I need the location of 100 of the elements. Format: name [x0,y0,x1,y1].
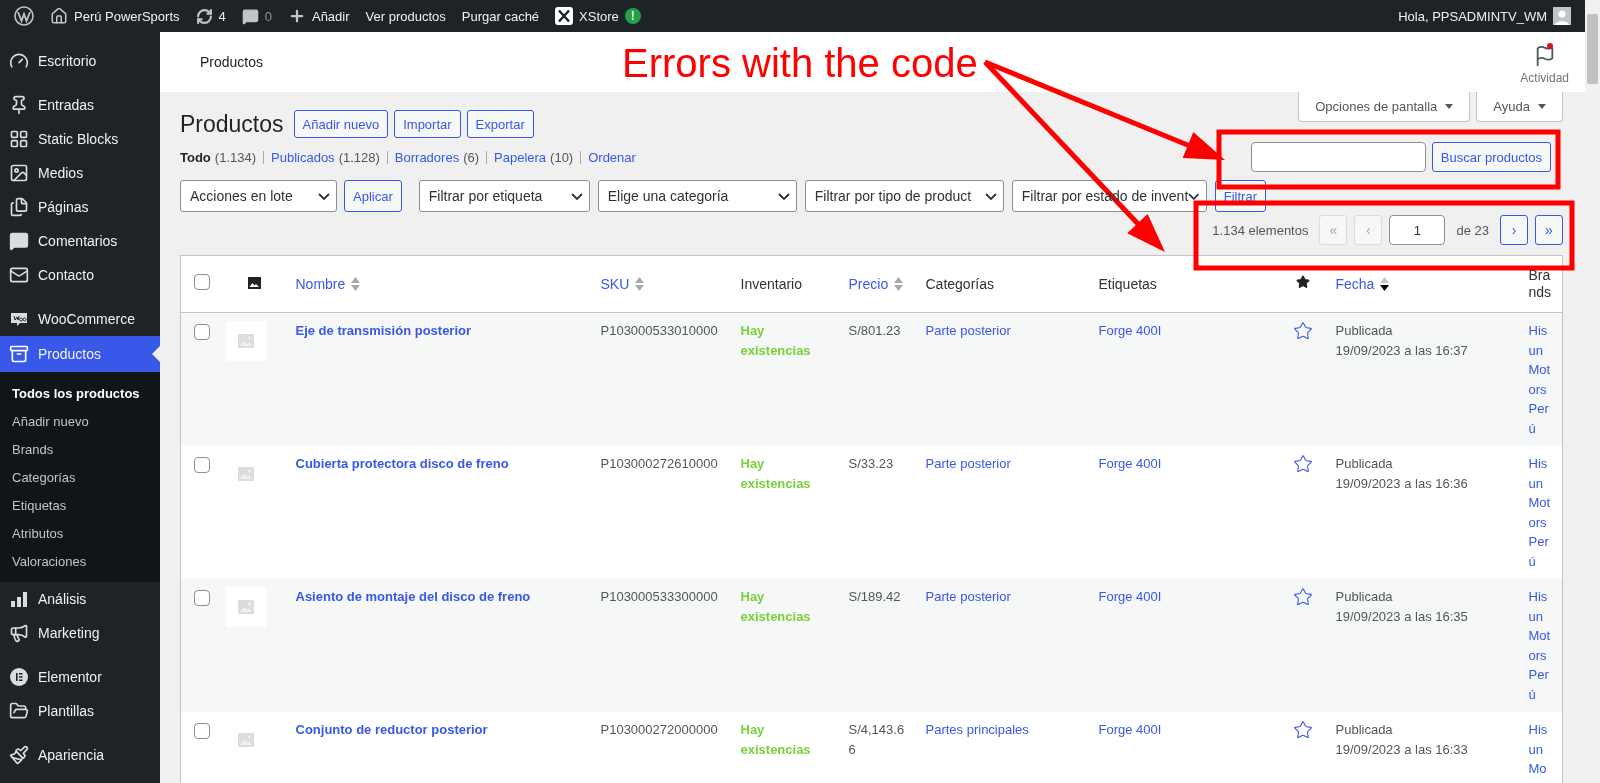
brand-link[interactable]: Hisun Motors Perú [1528,321,1554,438]
featured-star-icon[interactable] [1293,720,1313,740]
category-link[interactable]: Parte posterior [925,323,1011,338]
page-action-button[interactable]: Exportar [466,110,534,138]
sidebar-item[interactable]: Plantillas [0,694,160,728]
category-link[interactable]: Parte posterior [925,456,1011,471]
submenu-item[interactable]: Valoraciones [0,547,160,575]
product-name-link[interactable]: Cubierta protectora disco de freno [295,456,509,471]
page-nav-button[interactable]: » [1535,215,1563,245]
sidebar-item[interactable]: Apariencia [0,738,160,772]
submenu-item[interactable]: Añadir nuevo [0,407,160,435]
apply-button[interactable]: Aplicar [344,180,402,212]
column-header-link[interactable]: Nombre [295,275,361,293]
view-link[interactable]: Borradores [394,149,460,165]
brand-link[interactable]: Hisun Mo [1528,720,1554,779]
activity-button[interactable]: Actividad [1520,39,1569,85]
product-name-link[interactable]: Asiento de montaje del disco de freno [295,589,531,604]
page-number-field[interactable]: 1 [1389,215,1446,245]
comment-icon [9,231,29,251]
account-link[interactable]: Hola, PPSADMINTV_WM [1390,0,1579,32]
page-action-button[interactable]: Añadir nuevo [293,110,389,138]
tag-link[interactable]: Forge 400I [1098,589,1162,604]
folder-icon [9,701,29,721]
avatar-icon[interactable] [1553,7,1571,25]
sidebar-item[interactable]: Marketing [0,616,160,650]
submenu-item[interactable]: Etiquetas [0,491,160,519]
filter-select[interactable]: Elige una categoría [597,180,797,212]
select-all-checkbox[interactable] [193,274,210,290]
media-icon [9,163,29,183]
new-link[interactable]: Añadir [279,0,358,32]
featured-star-icon[interactable] [1293,454,1313,474]
admin-bar-link[interactable]: Purgar caché [453,0,548,32]
category-link[interactable]: Parte posterior [925,589,1011,604]
featured-star-icon[interactable] [1293,321,1313,341]
page-nav-button[interactable]: › [1500,215,1528,245]
submenu-item[interactable]: Brands [0,435,160,463]
filter-select[interactable]: Filtrar por tipo de product [804,180,1004,212]
sidebar-item[interactable]: Análisis [0,582,160,616]
caret-icon [1445,104,1454,109]
column-header-link[interactable]: SKU [600,275,645,293]
view-link[interactable]: Papelera [494,149,547,165]
column-header-link[interactable]: Precio [848,275,904,293]
category-link[interactable]: Partes principales [925,722,1029,737]
tag-link[interactable]: Forge 400I [1098,323,1162,338]
date-text: 19/09/2023 a las 16:35 [1335,607,1469,626]
brand-link[interactable]: Hisun Motors Perú [1528,454,1554,571]
product-name-link[interactable]: Conjunto de reductor posterior [295,722,488,737]
filter-select[interactable]: Filtrar por etiqueta [418,180,590,212]
row-checkbox[interactable] [193,723,210,739]
screen-meta-tab[interactable]: Ayuda [1476,92,1563,122]
sidebar-item[interactable]: Escritorio [0,44,160,78]
sidebar-item[interactable]: Static Blocks [0,122,160,156]
elementor-icon [9,667,29,687]
pin-icon [9,95,29,115]
product-thumbnail[interactable] [225,321,266,361]
sidebar-item[interactable]: Páginas [0,190,160,224]
sidebar-item[interactable]: Productos [0,336,160,372]
bulk-actions-select[interactable]: Acciones en lote [180,180,337,212]
sku-text: P103000272610000 [600,456,718,471]
column-header-link[interactable]: Fecha [1335,275,1390,293]
view-link[interactable]: Todo [180,149,211,165]
comments-link[interactable]: 0 [233,0,280,32]
sidebar-item[interactable]: Entradas [0,88,160,122]
submenu-item[interactable]: Atributos [0,519,160,547]
site-link[interactable]: Perú PowerSports [42,0,188,32]
row-checkbox[interactable] [193,590,210,606]
view-link[interactable]: Ordenar [588,149,636,165]
product-name-link[interactable]: Eje de transmisión posterior [295,323,472,338]
screen-meta-tab[interactable]: Opciones de pantalla [1298,92,1471,122]
sidebar-item[interactable]: Medios [0,156,160,190]
tag-link[interactable]: Forge 400I [1098,456,1162,471]
sidebar-item[interactable]: Comentarios [0,224,160,258]
search-button[interactable]: Buscar productos [1431,142,1551,172]
page-action-button[interactable]: Importar [394,110,461,138]
view-link[interactable]: Publicados [271,149,335,165]
sidebar-item[interactable]: Elementor [0,660,160,694]
stock-status: Hay existencias [740,722,811,757]
product-thumbnail[interactable] [225,587,266,627]
search-field[interactable] [1250,142,1426,172]
sidebar-item[interactable]: Contacto [0,258,160,292]
admin-bar-link[interactable]: Ver productos [357,0,454,32]
chevron-icon [318,192,330,200]
alert-badge: ! [624,8,641,24]
column-header: Categorías [925,275,994,292]
row-checkbox[interactable] [193,324,210,340]
wordpress-logo[interactable] [14,6,34,26]
row-checkbox[interactable] [193,457,210,473]
updates-link[interactable]: 4 [187,0,234,32]
brush-icon [9,745,29,765]
xstore-link[interactable]: XStore ! [547,0,649,32]
view-count: (10) [550,149,574,165]
tag-link[interactable]: Forge 400I [1098,722,1162,737]
brand-link[interactable]: Hisun Motors Perú [1528,587,1554,704]
column-header: Etiquetas [1098,275,1157,292]
submenu-item[interactable]: Todos los productos [0,379,160,407]
featured-star-icon[interactable] [1293,587,1313,607]
submenu-item[interactable]: Categorías [0,463,160,491]
stock-status: Hay existencias [740,456,811,491]
sidebar-item[interactable]: WooCommerce [0,302,160,336]
sku-text: P103000533300000 [600,589,718,604]
